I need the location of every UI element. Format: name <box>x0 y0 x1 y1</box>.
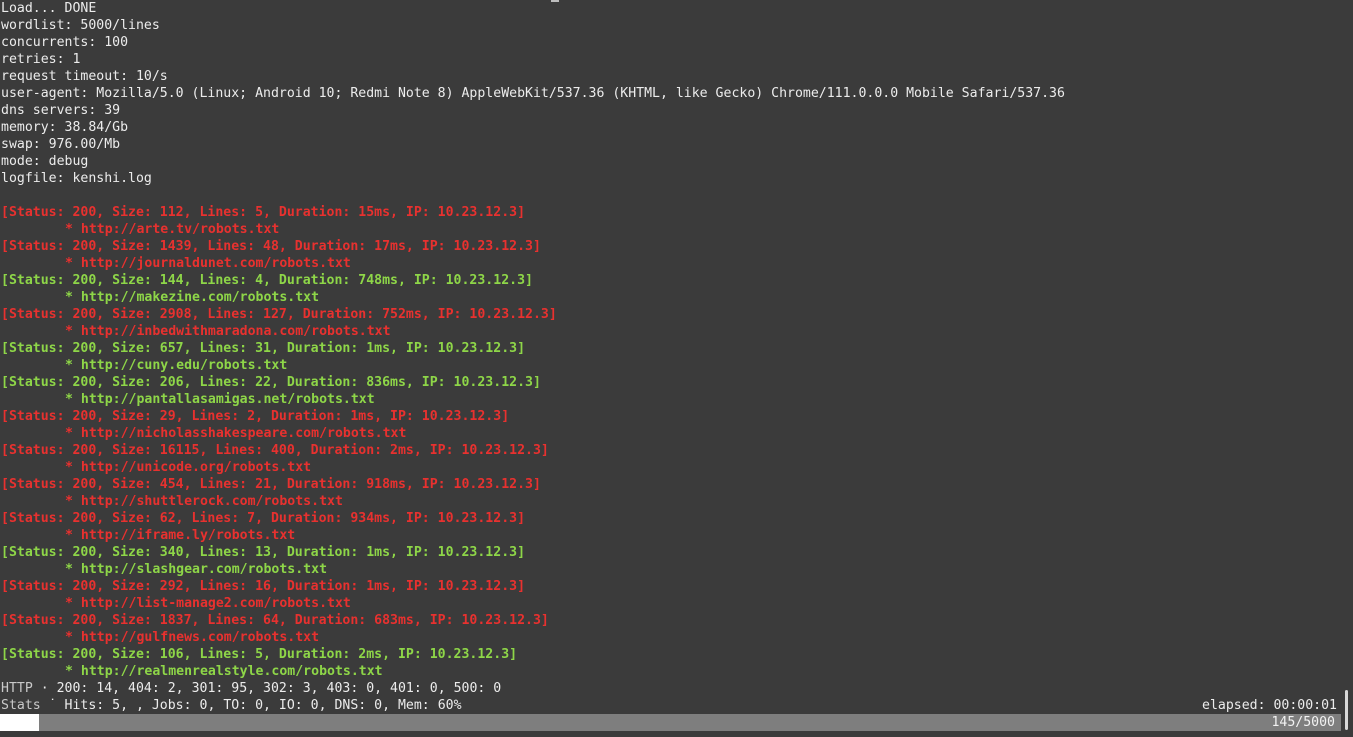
http-summary-line: HTTP · 200: 14, 404: 2, 301: 95, 302: 3,… <box>1 680 1341 697</box>
result-url-line[interactable]: * http://arte.tv/robots.txt <box>1 221 1341 238</box>
result-url-line[interactable]: * http://nicholasshakespeare.com/robots.… <box>1 425 1341 442</box>
result-url-line[interactable]: * http://shuttlerock.com/robots.txt <box>1 493 1341 510</box>
stats-summary: Hits: 5, , Jobs: 0, TO: 0, IO: 0, DNS: 0… <box>64 698 462 713</box>
result-status-line: [Status: 200, Size: 62, Lines: 7, Durati… <box>1 511 526 526</box>
config-block: Load... DONE wordlist: 5000/lines concurre… <box>1 0 1341 187</box>
result-url-line[interactable]: * http://unicode.org/robots.txt <box>1 459 1341 476</box>
result-url-line[interactable]: * http://gulfnews.com/robots.txt <box>1 629 1341 646</box>
result-status-line: [Status: 200, Size: 2908, Lines: 127, Du… <box>1 307 557 322</box>
result-url-line[interactable]: * http://list-manage2.com/robots.txt <box>1 595 1341 612</box>
result-status-line: [Status: 200, Size: 1837, Lines: 64, Dur… <box>1 613 549 628</box>
result-url-line[interactable]: * http://makezine.com/robots.txt <box>1 289 1341 306</box>
stats-label: Stats <box>1 698 41 713</box>
result-status-line: [Status: 200, Size: 1439, Lines: 48, Dur… <box>1 239 541 254</box>
result-status-line: [Status: 200, Size: 340, Lines: 13, Dura… <box>1 545 526 560</box>
config-retries: retries: 1 <box>1 52 81 67</box>
result-url-line[interactable]: * http://cuny.edu/robots.txt <box>1 357 1341 374</box>
result-url-line[interactable]: * http://journaldunet.com/robots.txt <box>1 255 1341 272</box>
http-separator: · <box>32 681 57 696</box>
result-status-line: [Status: 200, Size: 144, Lines: 4, Durat… <box>1 273 533 288</box>
result-url-line[interactable]: * http://inbedwithmaradona.com/robots.tx… <box>1 323 1341 340</box>
result-status-line: [Status: 200, Size: 454, Lines: 21, Dura… <box>1 477 541 492</box>
result-status-line: [Status: 200, Size: 657, Lines: 31, Dura… <box>1 341 526 356</box>
result-status-line: [Status: 200, Size: 16115, Lines: 400, D… <box>1 443 549 458</box>
stats-summary-line: Stats ˙ Hits: 5, , Jobs: 0, TO: 0, IO: 0… <box>1 697 1341 714</box>
http-label: HTTP <box>1 681 33 696</box>
progress-count: 145/5000 <box>1271 715 1335 730</box>
config-wordlist: wordlist: 5000/lines <box>1 18 160 33</box>
terminal-output: Load... DONE wordlist: 5000/lines concurre… <box>1 0 1341 714</box>
progress-fill <box>0 714 39 731</box>
config-memory: memory: 38.84/Gb <box>1 120 129 135</box>
config-request-timeout: request timeout: 10/s <box>1 69 168 84</box>
http-summary: 200: 14, 404: 2, 301: 95, 302: 3, 403: 0… <box>56 681 502 696</box>
config-swap: swap: 976.00/Mb <box>1 137 121 152</box>
result-url-line[interactable]: * http://pantallasamigas.net/robots.txt <box>1 391 1341 408</box>
terminal-window: Load... DONE wordlist: 5000/lines concurre… <box>0 0 1353 737</box>
results-block: [Status: 200, Size: 112, Lines: 5, Durat… <box>1 204 1341 680</box>
result-status-line: [Status: 200, Size: 206, Lines: 22, Dura… <box>1 375 541 390</box>
config-dns-servers: dns servers: 39 <box>1 103 121 118</box>
stats-separator: ˙ <box>40 698 65 713</box>
result-status-line: [Status: 200, Size: 29, Lines: 2, Durati… <box>1 409 510 424</box>
config-concurrents: concurrents: 100 <box>1 35 129 50</box>
progress-bar: 145/5000 <box>0 714 1341 731</box>
result-url-line[interactable]: * http://iframe.ly/robots.txt <box>1 527 1341 544</box>
result-status-line: [Status: 200, Size: 292, Lines: 16, Dura… <box>1 579 526 594</box>
result-status-line: [Status: 200, Size: 112, Lines: 5, Durat… <box>1 205 526 220</box>
config-mode: mode: debug <box>1 154 89 169</box>
config-user-agent: user-agent: Mozilla/5.0 (Linux; Android … <box>1 86 1065 101</box>
result-status-line: [Status: 200, Size: 106, Lines: 5, Durat… <box>1 647 518 662</box>
config-load-status: Load... DONE <box>1 1 97 16</box>
config-logfile: logfile: kenshi.log <box>1 171 152 186</box>
result-url-line[interactable]: * http://realmenrealstyle.com/robots.txt <box>1 663 1341 680</box>
result-url-line[interactable]: * http://slashgear.com/robots.txt <box>1 561 1341 578</box>
elapsed-time: elapsed: 00:00:01 <box>1202 698 1337 713</box>
scrollbar[interactable] <box>1345 690 1348 730</box>
